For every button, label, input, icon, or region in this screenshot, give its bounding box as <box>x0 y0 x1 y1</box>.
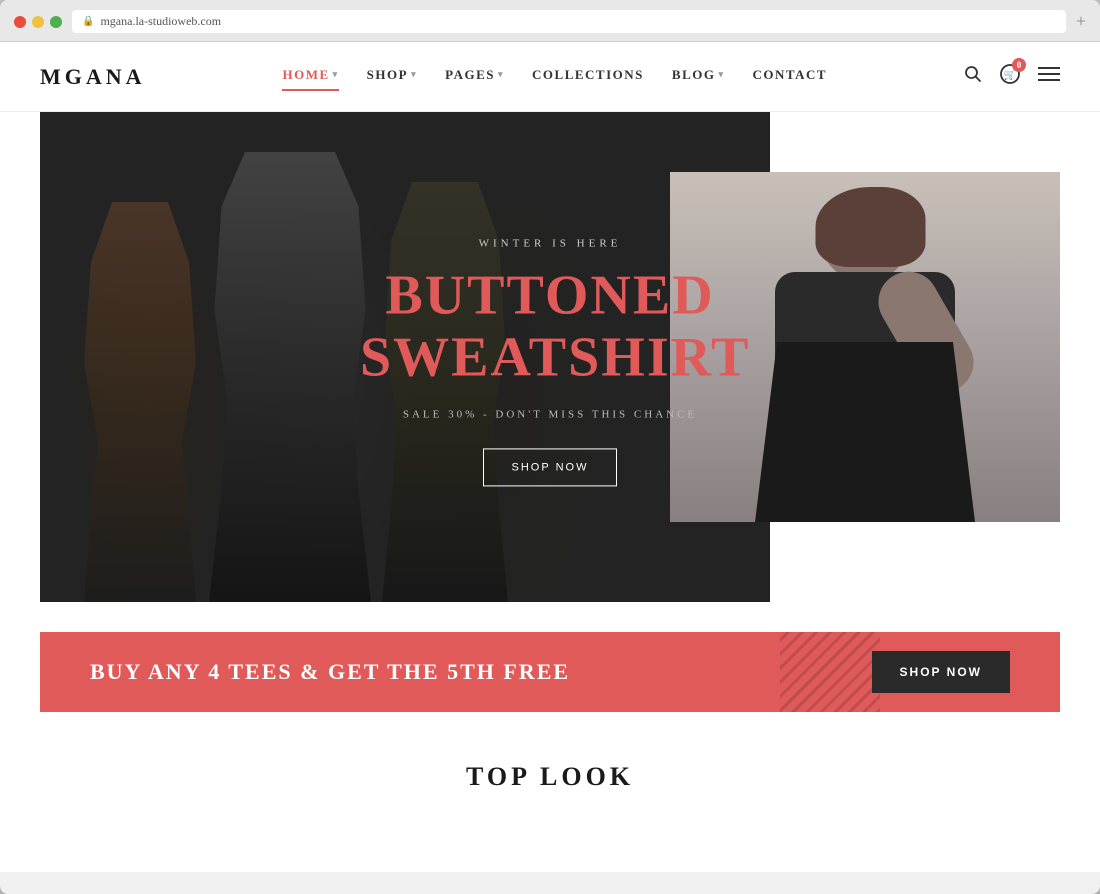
chevron-down-icon: ▾ <box>333 69 339 80</box>
site-logo[interactable]: MGANA <box>40 64 146 90</box>
hero-subtitle: WINTER IS HERE <box>360 237 740 249</box>
main-nav: HOME ▾ SHOP ▾ PAGES ▾ COLLECTIONS BLOG ▾ <box>146 67 964 87</box>
top-look-title: TOP LOOK <box>40 762 1060 792</box>
hero-title-line1: BUTTONED <box>385 264 714 326</box>
search-button[interactable] <box>964 65 982 88</box>
nav-label-contact: CONTACT <box>753 67 828 83</box>
chevron-down-icon: ▾ <box>718 69 724 80</box>
address-bar[interactable]: 🔒 mgana.la-studioweb.com <box>72 10 1066 33</box>
mannequin-figure-1 <box>70 202 210 602</box>
maximize-button[interactable] <box>50 16 62 28</box>
new-tab-button[interactable]: + <box>1076 11 1086 32</box>
nav-item-home[interactable]: HOME ▾ <box>282 67 338 87</box>
hero-content: WINTER IS HERE BUTTONED SWEATSHIRT SALE … <box>360 237 740 486</box>
menu-button[interactable] <box>1038 66 1060 87</box>
nav-label-pages: PAGES <box>445 67 495 83</box>
hero-promo-text: SALE 30% - DON'T MISS THIS CHANCE <box>360 409 740 421</box>
promo-banner-cta-button[interactable]: SHOP NOW <box>872 651 1010 693</box>
browser-chrome: 🔒 mgana.la-studioweb.com + <box>0 0 1100 42</box>
nav-item-blog[interactable]: BLOG ▾ <box>672 67 725 87</box>
lock-icon: 🔒 <box>82 16 94 27</box>
nav-label-shop: SHOP <box>367 67 408 83</box>
site-header: MGANA HOME ▾ SHOP ▾ PAGES ▾ COLLECTIONS <box>0 42 1100 112</box>
nav-label-blog: BLOG <box>672 67 716 83</box>
url-text: mgana.la-studioweb.com <box>100 14 221 29</box>
site-actions: 🛒 0 <box>964 64 1060 89</box>
hero-section: WINTER IS HERE BUTTONED SWEATSHIRT SALE … <box>40 112 1060 612</box>
promo-banner: BUY ANY 4 TEES & GET THE 5TH FREE SHOP N… <box>40 632 1060 712</box>
nav-item-pages[interactable]: PAGES ▾ <box>445 67 504 87</box>
hero-title-line2: SWEATSHIRT <box>360 326 750 388</box>
mannequin-figure-2 <box>200 152 380 602</box>
portrait-hair <box>816 187 926 267</box>
nav-item-collections[interactable]: COLLECTIONS <box>532 67 644 87</box>
browser-traffic-lights <box>14 16 62 28</box>
browser-window: 🔒 mgana.la-studioweb.com + MGANA HOME ▾ … <box>0 0 1100 894</box>
hero-title: BUTTONED SWEATSHIRT <box>360 265 740 388</box>
nav-item-shop[interactable]: SHOP ▾ <box>367 67 417 87</box>
nav-label-home: HOME <box>282 67 329 83</box>
cart-button[interactable]: 🛒 0 <box>1000 64 1020 89</box>
chevron-down-icon: ▾ <box>411 69 417 80</box>
nav-item-contact[interactable]: CONTACT <box>753 67 828 87</box>
chevron-down-icon: ▾ <box>498 69 504 80</box>
website-content: MGANA HOME ▾ SHOP ▾ PAGES ▾ COLLECTIONS <box>0 42 1100 872</box>
nav-label-collections: COLLECTIONS <box>532 67 644 83</box>
close-button[interactable] <box>14 16 26 28</box>
promo-banner-text: BUY ANY 4 TEES & GET THE 5TH FREE <box>90 659 570 685</box>
portrait-skirt <box>755 342 975 522</box>
hero-cta-button[interactable]: SHOP NOW <box>483 449 618 487</box>
minimize-button[interactable] <box>32 16 44 28</box>
cart-badge: 0 <box>1012 58 1026 72</box>
top-look-section: TOP LOOK <box>0 712 1100 812</box>
